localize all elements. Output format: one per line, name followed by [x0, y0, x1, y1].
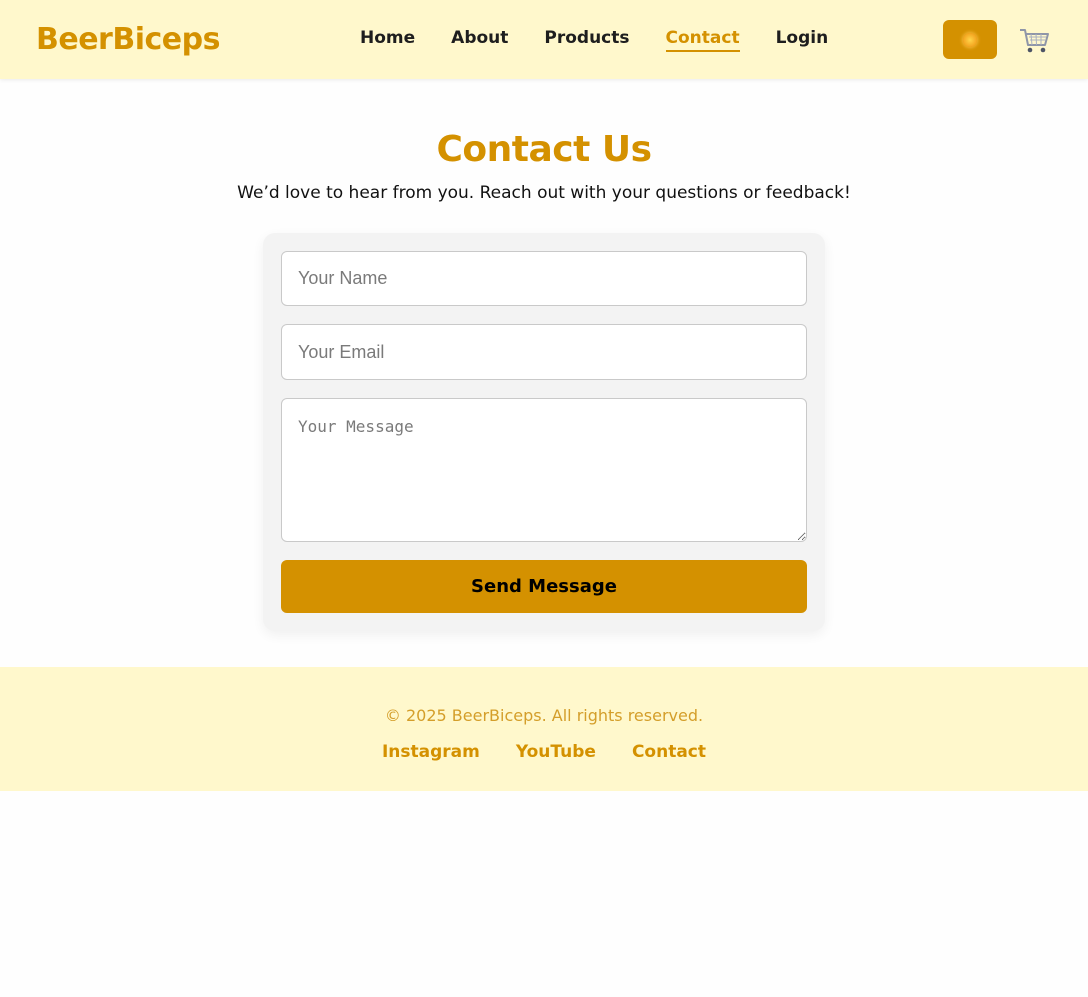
footer-link-youtube[interactable]: YouTube: [516, 742, 596, 762]
page-subtitle: We’d love to hear from you. Reach out wi…: [237, 183, 851, 203]
message-textarea[interactable]: [281, 398, 807, 542]
footer-link-instagram[interactable]: Instagram: [382, 742, 480, 762]
theme-toggle-button[interactable]: [943, 20, 997, 59]
navbar: BeerBiceps Home About Products Contact L…: [0, 0, 1088, 79]
footer-link-contact[interactable]: Contact: [632, 742, 706, 762]
cart-icon[interactable]: [1018, 26, 1050, 56]
nav-link-home[interactable]: Home: [360, 28, 415, 52]
nav-links: Home About Products Contact Login: [360, 28, 828, 52]
name-input[interactable]: [281, 251, 807, 306]
send-message-button[interactable]: Send Message: [281, 560, 807, 613]
nav-link-login[interactable]: Login: [776, 28, 829, 52]
nav-link-products[interactable]: Products: [544, 28, 629, 52]
nav-link-about[interactable]: About: [451, 28, 508, 52]
brand-logo[interactable]: BeerBiceps: [36, 22, 220, 57]
contact-form: Send Message: [263, 233, 825, 631]
footer-links: Instagram YouTube Contact: [0, 742, 1088, 762]
copyright-text: © 2025 BeerBiceps. All rights reserved.: [384, 706, 704, 725]
footer: © 2025 BeerBiceps. All rights reserved. …: [0, 667, 1088, 791]
email-input[interactable]: [281, 324, 807, 380]
page-title: Contact Us: [436, 129, 652, 170]
sun-icon: [963, 32, 977, 47]
nav-link-contact[interactable]: Contact: [665, 28, 740, 52]
